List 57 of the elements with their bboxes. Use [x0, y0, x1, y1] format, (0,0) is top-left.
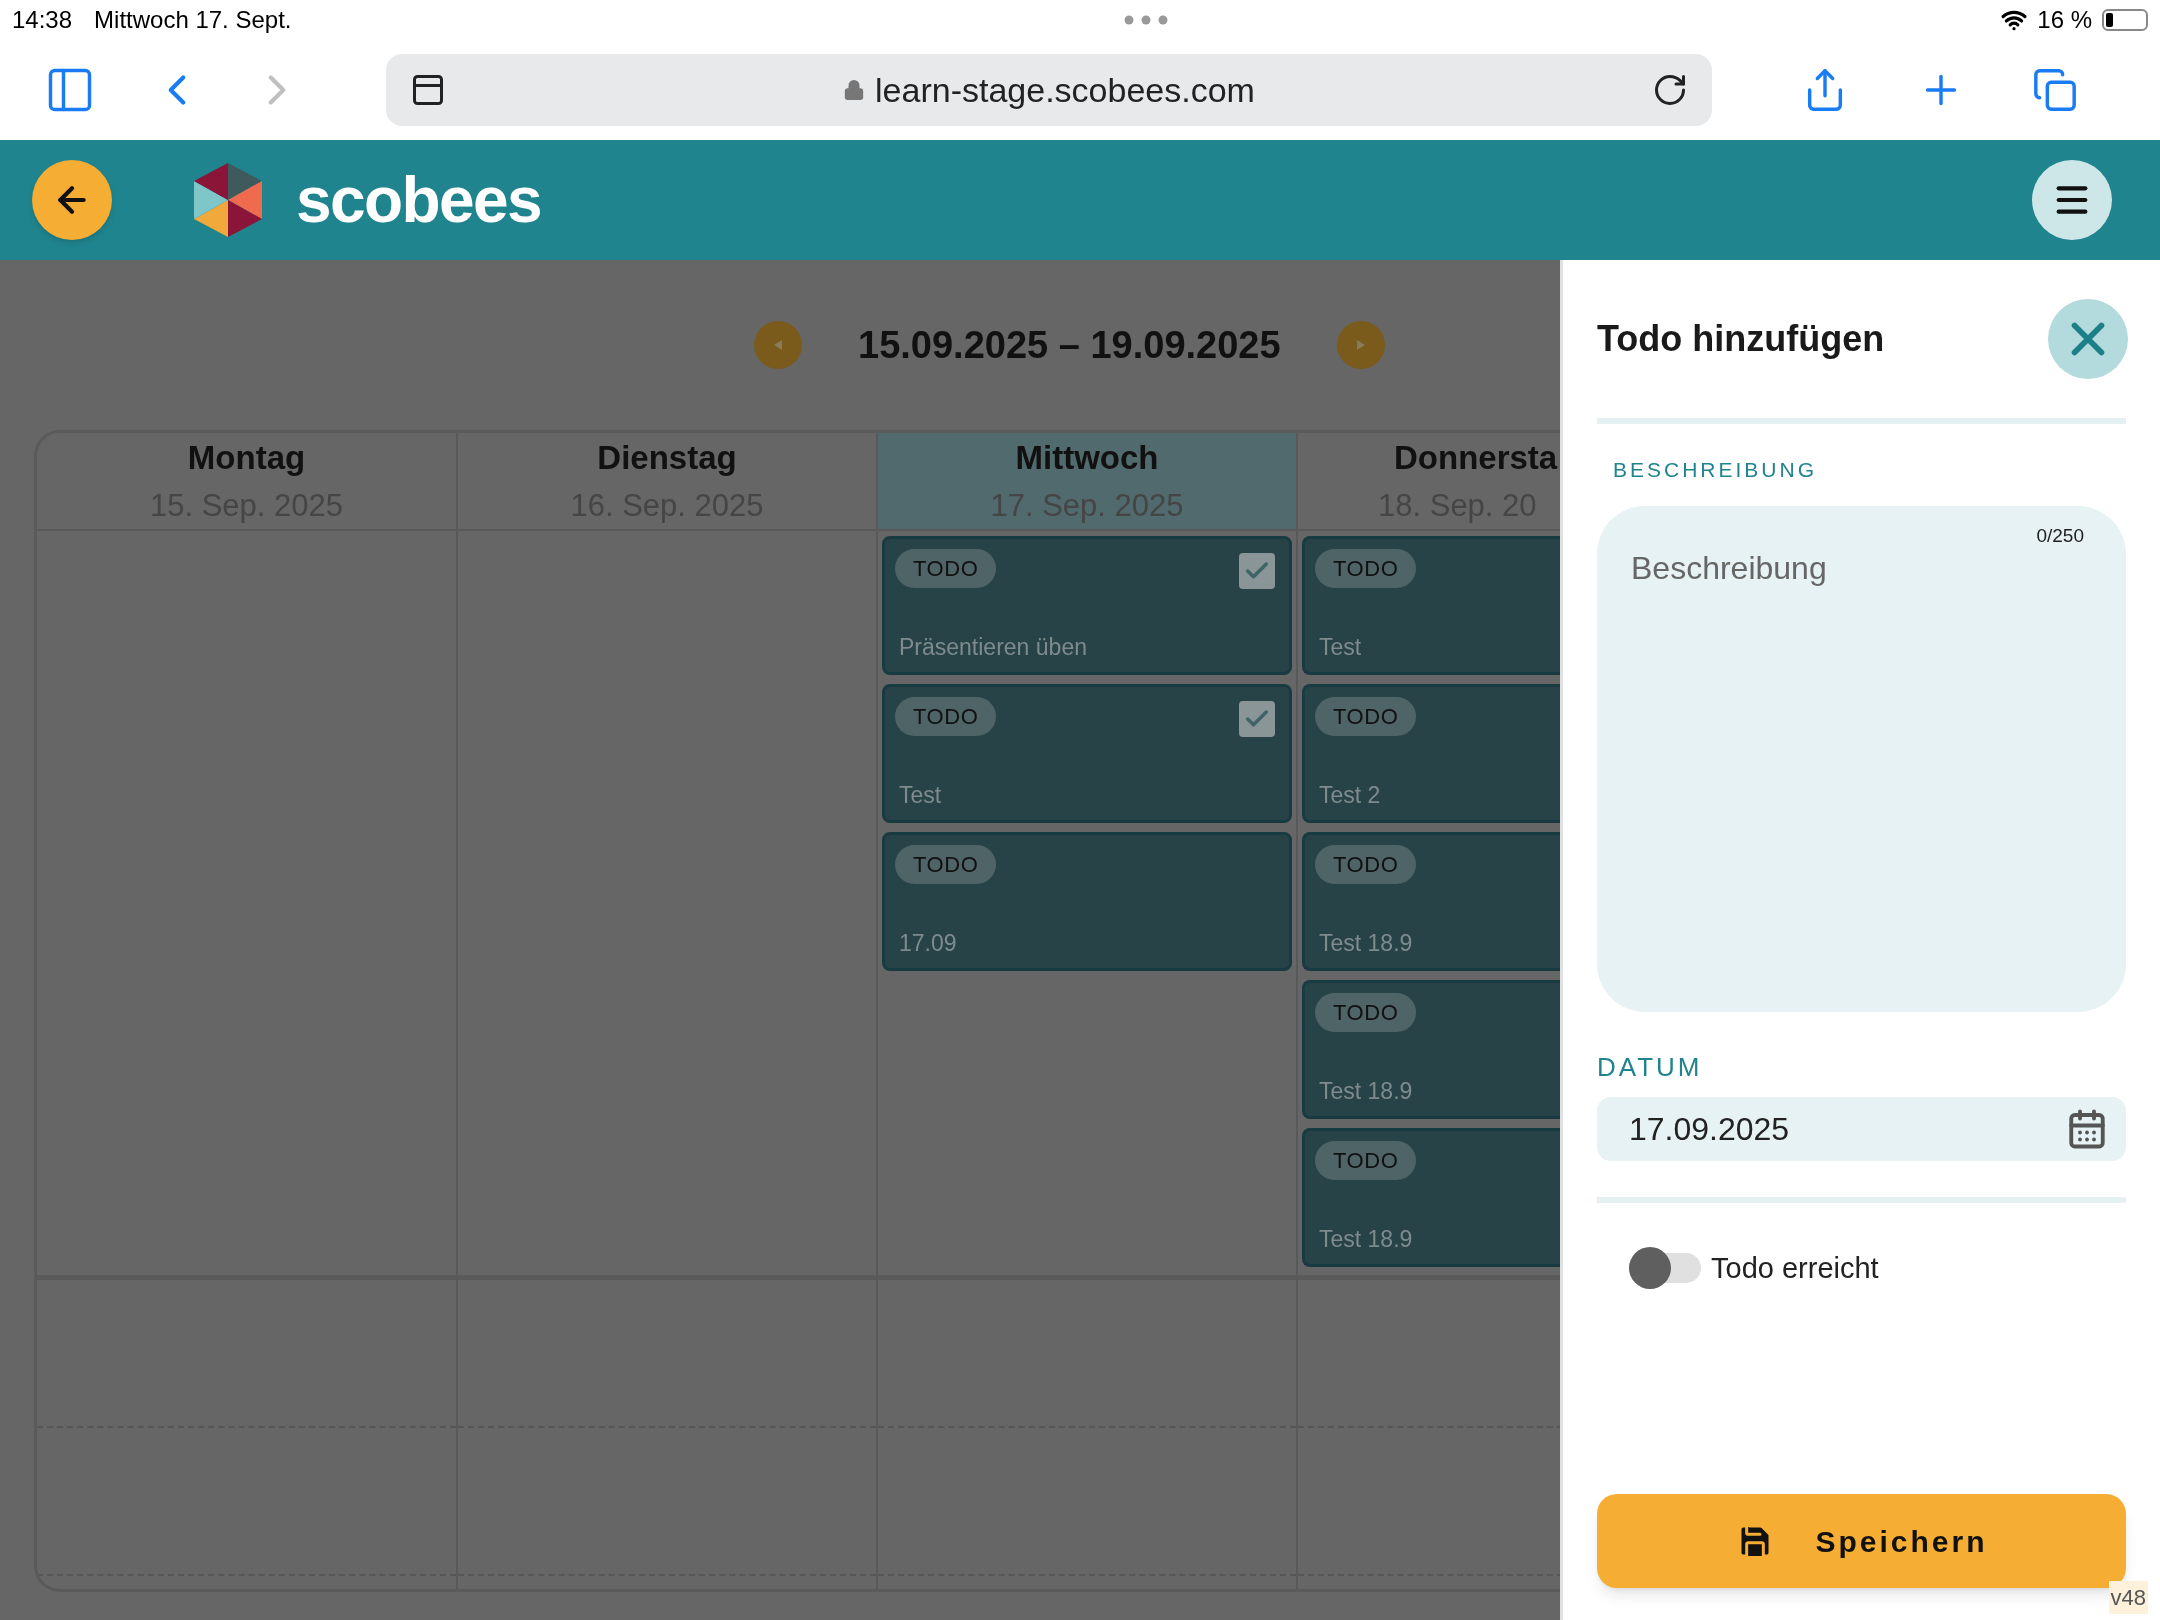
battery-percent: 16 %	[2037, 5, 2092, 35]
date-value: 17.09.2025	[1629, 1109, 1790, 1149]
todo-badge: TODO	[1315, 1141, 1417, 1180]
todo-text: Test	[1319, 632, 1362, 662]
tabs-icon[interactable]	[2032, 67, 2078, 113]
todo-badge: TODO	[1315, 845, 1417, 884]
day-name: Dienstag	[597, 438, 737, 478]
todo-card[interactable]: TODO Test 18.9	[1302, 980, 1560, 1119]
todo-card[interactable]: TODO Test	[882, 684, 1292, 823]
url-text: learn-stage.scobees.com	[875, 69, 1255, 111]
todo-badge: TODO	[1315, 549, 1417, 588]
todo-card[interactable]: TODO Test	[1302, 536, 1560, 675]
battery-icon	[2102, 9, 2148, 31]
address-bar[interactable]: learn-stage.scobees.com	[386, 54, 1712, 126]
todo-badge: TODO	[1315, 697, 1417, 736]
panel-title: Todo hinzufügen	[1597, 317, 1885, 361]
logo-icon	[192, 161, 264, 239]
todo-text: Präsentieren üben	[899, 632, 1087, 662]
description-label: BESCHREIBUNG	[1613, 457, 1819, 483]
triangle-right-icon	[1354, 339, 1367, 351]
week-range: 15.09.2025 – 19.09.2025	[858, 322, 1281, 368]
triangle-left-icon	[772, 339, 784, 351]
day-name: Donnersta	[1393, 438, 1558, 478]
checkbox[interactable]	[1239, 553, 1275, 589]
todo-badge: TODO	[895, 549, 997, 588]
more-dots-icon	[1124, 15, 1169, 25]
todo-text: Test 18.9	[1319, 928, 1413, 958]
date-label: DATUM	[1597, 1050, 1704, 1084]
todo-text: Test	[899, 780, 942, 810]
description-field[interactable]: 0/250 Beschreibung	[1597, 505, 2126, 1012]
logo-text: scobees	[296, 163, 541, 238]
todo-card[interactable]: TODO Test 18.9	[1302, 1128, 1560, 1267]
toggle-switch[interactable]	[1629, 1247, 1701, 1290]
todo-text: Test 18.9	[1319, 1224, 1413, 1254]
calendar-icon[interactable]	[2066, 1107, 2108, 1150]
date-field[interactable]: 17.09.2025	[1597, 1096, 2126, 1161]
reader-icon[interactable]	[410, 72, 446, 108]
todo-card[interactable]: TODO Präsentieren üben	[882, 536, 1292, 675]
status-date: Mittwoch 17. Sept.	[94, 5, 292, 35]
todo-card[interactable]: TODO Test 2	[1302, 684, 1560, 823]
todo-card[interactable]: TODO 17.09	[882, 832, 1292, 971]
toggle-label: Todo erreicht	[1711, 1250, 1879, 1286]
status-time: 14:38	[12, 5, 73, 35]
save-button[interactable]: Speichern	[1597, 1494, 2126, 1588]
todo-badge: TODO	[895, 697, 997, 736]
reload-icon[interactable]	[1652, 72, 1688, 108]
todo-badge: TODO	[1315, 993, 1417, 1032]
todo-text: Test 18.9	[1319, 1076, 1413, 1106]
version-label: v48	[2108, 1581, 2148, 1614]
lock-icon	[843, 79, 866, 101]
day-name: Mittwoch	[1015, 438, 1159, 478]
day-name: Montag	[187, 438, 306, 478]
todo-text: 17.09	[899, 928, 957, 958]
todo-card[interactable]: TODO Test 18.9	[1302, 832, 1560, 971]
checkbox[interactable]	[1239, 701, 1275, 737]
todo-text: Test 2	[1319, 780, 1381, 810]
todo-badge: TODO	[895, 845, 997, 884]
